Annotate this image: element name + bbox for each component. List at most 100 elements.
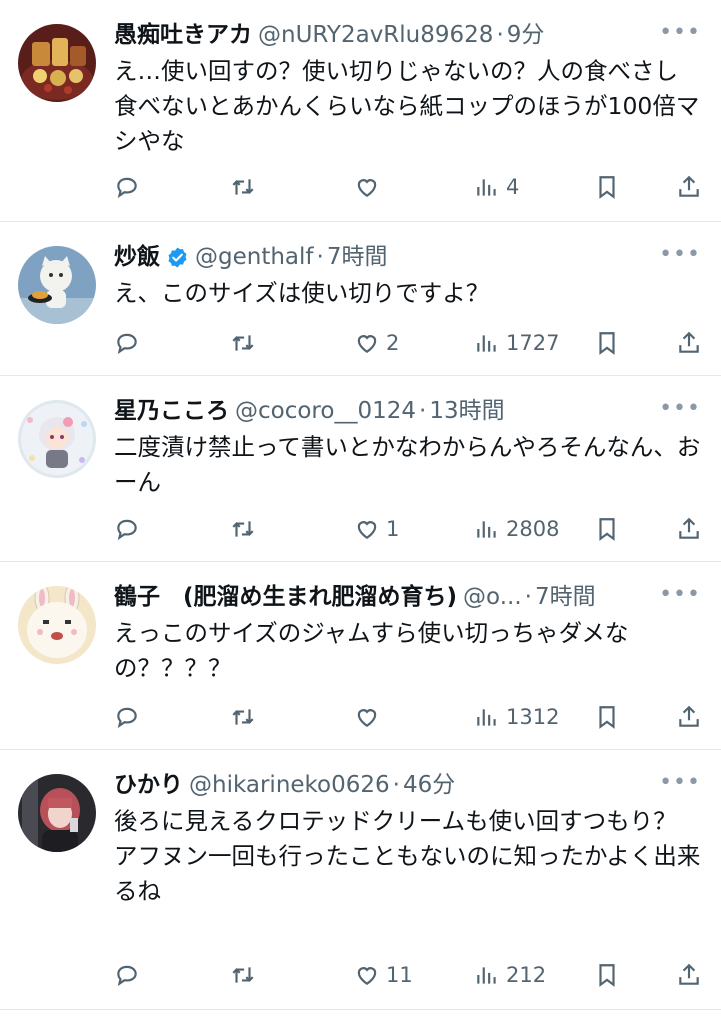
timestamp[interactable]: 46分 xyxy=(403,770,455,800)
like-button[interactable] xyxy=(354,172,386,202)
share-button[interactable] xyxy=(676,514,702,544)
view-count: 212 xyxy=(506,963,547,987)
action-bar: 4 xyxy=(114,172,701,202)
separator-dot: · xyxy=(392,772,400,798)
repost-button[interactable] xyxy=(230,960,256,990)
bookmark-button[interactable] xyxy=(594,702,620,732)
reply-icon xyxy=(117,965,137,987)
tweet[interactable]: 鶴子 (肥溜め生まれ肥溜め育ち) @o... · 7時間 ••• えっこのサイズ… xyxy=(0,562,721,750)
views-button[interactable]: 1727 xyxy=(474,328,559,358)
tweet[interactable]: 炒飯 @genthalf · 7時間 ••• え、このサイズは使い切りですよ？ xyxy=(0,222,721,376)
tweet-text: えっこのサイズのジャムすら使い切っちゃダメなの？？？？ xyxy=(114,619,629,682)
display-name[interactable]: 鶴子 (肥溜め生まれ肥溜め育ち) xyxy=(114,582,457,612)
more-options-icon[interactable]: ••• xyxy=(659,582,701,607)
more-options-icon[interactable]: ••• xyxy=(659,770,701,795)
analytics-icon xyxy=(477,335,496,352)
share-button[interactable] xyxy=(676,702,702,732)
action-bar: 2 1727 xyxy=(114,328,701,358)
share-button[interactable] xyxy=(676,328,702,358)
share-icon xyxy=(679,517,699,539)
tweet[interactable]: ひかり @hikarineko0626 · 46分 ••• 後ろに見えるクロテッ… xyxy=(0,750,721,1010)
reply-icon xyxy=(117,177,137,199)
repost-icon xyxy=(232,709,254,725)
reply-button[interactable] xyxy=(114,328,140,358)
like-button[interactable]: 2 xyxy=(354,328,399,358)
view-count: 1727 xyxy=(506,331,560,355)
view-count: 1312 xyxy=(506,705,560,729)
share-icon xyxy=(679,175,699,197)
reply-button[interactable] xyxy=(114,960,140,990)
views-button[interactable]: 4 xyxy=(474,172,519,202)
bookmark-icon xyxy=(599,518,615,541)
more-options-icon[interactable]: ••• xyxy=(659,242,701,267)
bookmark-button[interactable] xyxy=(594,328,620,358)
timestamp[interactable]: 13時間 xyxy=(429,396,504,426)
avatar[interactable] xyxy=(18,774,96,852)
timestamp[interactable]: 7時間 xyxy=(327,242,388,272)
views-button[interactable]: 1312 xyxy=(474,702,559,732)
reply-icon xyxy=(117,519,137,541)
timestamp[interactable]: 9分 xyxy=(507,20,545,50)
user-handle[interactable]: @cocoro__0124 xyxy=(235,396,416,426)
like-button[interactable]: 11 xyxy=(354,960,413,990)
action-bar: 11 212 xyxy=(114,960,701,990)
view-count: 4 xyxy=(506,175,520,199)
reply-button[interactable] xyxy=(114,514,140,544)
display-name[interactable]: 愚痴吐きアカ xyxy=(114,20,252,50)
share-button[interactable] xyxy=(676,960,702,990)
like-count: 1 xyxy=(386,517,400,541)
repost-icon xyxy=(232,335,254,351)
separator-dot: · xyxy=(316,244,324,270)
bookmark-icon xyxy=(599,964,615,987)
reply-icon xyxy=(117,707,137,729)
user-handle[interactable]: @nURY2avRlu89628 xyxy=(258,20,493,50)
analytics-icon xyxy=(477,521,496,538)
bookmark-button[interactable] xyxy=(594,960,620,990)
tweet[interactable]: 愚痴吐きアカ @nURY2avRlu89628 · 9分 ••• え…使い回すの… xyxy=(0,0,721,222)
like-button[interactable]: 1 xyxy=(354,514,399,544)
repost-button[interactable] xyxy=(230,514,256,544)
view-count: 2808 xyxy=(506,517,560,541)
more-options-icon[interactable]: ••• xyxy=(659,396,701,421)
separator-dot: · xyxy=(496,22,504,48)
bookmark-icon xyxy=(599,706,615,729)
like-count: 11 xyxy=(386,963,413,987)
repost-button[interactable] xyxy=(230,172,256,202)
avatar[interactable] xyxy=(18,24,96,102)
display-name[interactable]: ひかり xyxy=(114,770,183,800)
views-button[interactable]: 2808 xyxy=(474,514,559,544)
share-icon xyxy=(679,705,699,727)
action-bar: 1312 xyxy=(114,702,701,732)
repost-icon xyxy=(232,179,254,195)
repost-button[interactable] xyxy=(230,328,256,358)
heart-icon xyxy=(357,179,377,197)
heart-icon xyxy=(357,335,377,353)
tweet-text: え…使い回すの？使い切りじゃないの？人の食べさし食べないとあかんくらいなら紙コッ… xyxy=(114,57,700,155)
repost-button[interactable] xyxy=(230,702,256,732)
tweet-text: 後ろに見えるクロテッドクリームも使い回すつもり？ アフヌン一回も行ったこともない… xyxy=(114,807,701,905)
avatar[interactable] xyxy=(18,586,96,664)
share-icon xyxy=(679,331,699,353)
avatar[interactable] xyxy=(18,400,96,478)
separator-dot: · xyxy=(524,584,532,610)
display-name[interactable]: 星乃こころ xyxy=(114,396,229,426)
user-handle[interactable]: @genthalf xyxy=(195,242,314,272)
reply-button[interactable] xyxy=(114,702,140,732)
display-name[interactable]: 炒飯 xyxy=(114,242,160,272)
analytics-icon xyxy=(477,709,496,726)
tweet[interactable]: 星乃こころ @cocoro__0124 · 13時間 ••• 二度漬け禁止って書… xyxy=(0,376,721,562)
bookmark-icon xyxy=(599,332,615,355)
share-button[interactable] xyxy=(676,172,702,202)
avatar[interactable] xyxy=(18,246,96,324)
reply-feed: 愚痴吐きアカ @nURY2avRlu89628 · 9分 ••• え…使い回すの… xyxy=(0,0,721,1010)
user-handle[interactable]: @o... xyxy=(463,582,522,612)
user-handle[interactable]: @hikarineko0626 xyxy=(189,770,390,800)
tweet-text: 二度漬け禁止って書いとかなわからんやろそんなん、おーん xyxy=(114,433,701,496)
more-options-icon[interactable]: ••• xyxy=(659,20,701,45)
reply-button[interactable] xyxy=(114,172,140,202)
timestamp[interactable]: 7時間 xyxy=(535,582,596,612)
bookmark-button[interactable] xyxy=(594,514,620,544)
bookmark-button[interactable] xyxy=(594,172,620,202)
views-button[interactable]: 212 xyxy=(474,960,546,990)
like-button[interactable] xyxy=(354,702,386,732)
